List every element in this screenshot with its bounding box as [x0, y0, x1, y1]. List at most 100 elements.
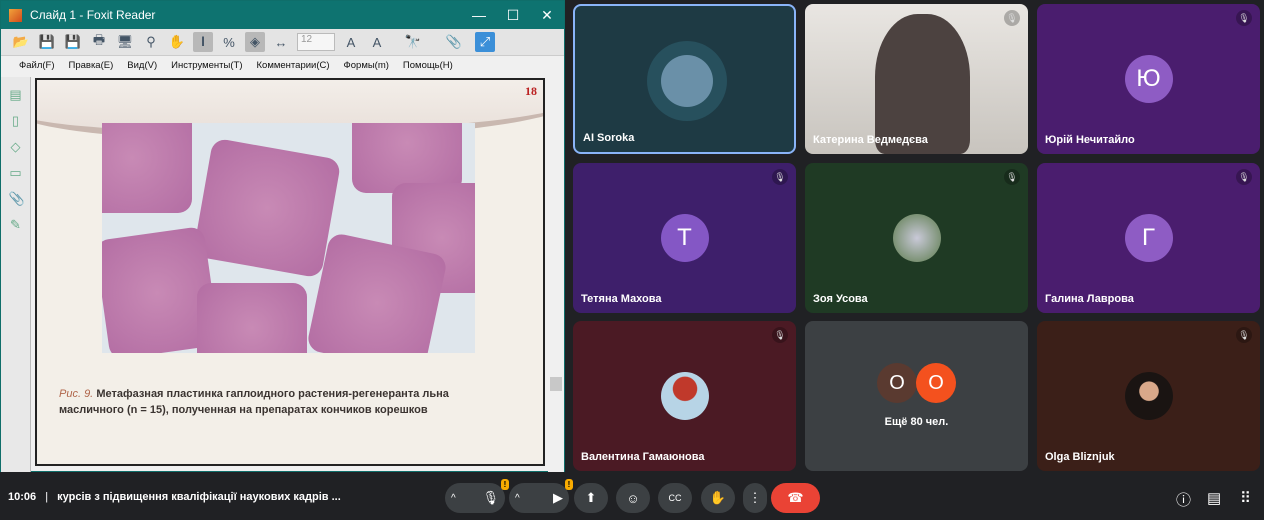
mic-off-icon: 🎙 [1004, 169, 1020, 185]
participant-tile[interactable]: Г 🎙 Галина Лаврова [1037, 163, 1260, 313]
participant-name: Зоя Усова [813, 293, 868, 305]
figure-caption: Рис. 9. Метафазная пластинка гаплоидного… [59, 386, 499, 418]
actual-size-icon[interactable]: % [219, 32, 239, 52]
participant-name: Юрій Нечитайло [1045, 134, 1135, 146]
hang-up-icon: ☎ [787, 490, 804, 505]
presentation-icon[interactable]: 🖥 [115, 32, 135, 52]
mic-off-icon: 🎙 [772, 327, 788, 343]
meeting-title: курсів з підвищення кваліфікації наукови… [57, 491, 341, 503]
menu-comments[interactable]: Комментарии(C) [257, 60, 330, 71]
mic-off-icon: 🎙 [1236, 169, 1252, 185]
hand-tool-icon[interactable]: ✋ [167, 32, 187, 52]
present-screen-button[interactable]: ⬆ [574, 483, 608, 513]
meeting-time: 10:06 [8, 491, 37, 503]
select-text-icon[interactable]: 𝐈 [193, 32, 213, 52]
minimize-button[interactable]: — [462, 7, 496, 23]
text-color-icon[interactable]: A [341, 32, 361, 52]
attachments-icon[interactable]: 📎 [9, 191, 25, 207]
window-title: Слайд 1 - Foxit Reader [30, 8, 156, 22]
mic-off-icon: 🎙 [772, 169, 788, 185]
microphone-icon[interactable]: 🎙 [482, 490, 499, 506]
signature-icon[interactable]: ✎ [9, 217, 23, 233]
participant-tile[interactable]: 🎙 Olga Bliznjuk [1037, 321, 1260, 471]
open-icon[interactable]: 📂 [11, 32, 31, 52]
avatar: О [916, 363, 956, 403]
meeting-controls-bar: 10:06 | курсів з підвищення кваліфікації… [0, 475, 1264, 520]
more-participants-label: Ещё 80 чел. [884, 416, 949, 428]
avatar [660, 372, 709, 420]
print-icon[interactable]: 🖶 [89, 32, 109, 52]
avatar [892, 214, 941, 262]
activities-icon[interactable]: ⠿ [1240, 489, 1251, 507]
participant-tile[interactable]: Т 🎙 Тетяна Махова [573, 163, 796, 313]
avatar: Г [1124, 214, 1173, 262]
caption-label: Рис. 9. [59, 388, 94, 400]
caption-text: Метафазная пластинка гаплоидного растени… [59, 388, 449, 416]
present-icon: ⬆ [585, 490, 597, 505]
maximize-button[interactable]: ☐ [496, 7, 530, 24]
menu-tools[interactable]: Инструменты(T) [171, 60, 242, 71]
mic-off-icon: 🎙 [1236, 10, 1252, 26]
chevron-up-icon[interactable]: ^ [451, 493, 456, 504]
save-icon[interactable]: 💾 [37, 32, 57, 52]
camera-control[interactable]: ^ ▶ ! [509, 479, 573, 513]
pages-icon[interactable]: ▤ [9, 87, 23, 103]
properties-icon[interactable]: ⚲ [141, 32, 161, 52]
leave-call-button[interactable]: ☎ [771, 483, 820, 513]
micrograph-image [102, 123, 475, 353]
menu-forms[interactable]: Формы(m) [344, 60, 389, 71]
captions-button[interactable]: CC [658, 483, 692, 513]
menu-edit[interactable]: Правка(E) [69, 60, 114, 71]
fit-width-icon[interactable]: ↔ [271, 32, 291, 52]
text-box-icon[interactable]: A [367, 32, 387, 52]
participant-tile[interactable]: AI Soroka [573, 4, 796, 154]
more-vert-icon: ⋮ [748, 490, 762, 505]
bookmarks-icon[interactable]: ▯ [9, 113, 23, 129]
menu-file[interactable]: Файл(F) [19, 60, 55, 71]
close-button[interactable]: ✕ [530, 7, 564, 24]
fit-page-icon[interactable]: ◈ [245, 32, 265, 52]
mic-control[interactable]: ^ 🎙 ! [445, 479, 509, 513]
menu-view[interactable]: Вид(V) [127, 60, 157, 71]
foxit-reader-window: Слайд 1 - Foxit Reader — ☐ ✕ 📂 💾 💾 🖶 🖥 ⚲… [0, 0, 565, 472]
video-feed [875, 14, 970, 154]
warning-icon: ! [565, 479, 573, 490]
menu-help[interactable]: Помощь(H) [403, 60, 453, 71]
side-panel: ▤ ▯ ◇ ▭ 📎 ✎ [1, 77, 31, 472]
more-participants-tile[interactable]: О О Ещё 80 чел. [805, 321, 1028, 471]
hand-icon: ✋ [709, 490, 727, 505]
vertical-scrollbar[interactable] [548, 77, 564, 472]
comments-icon[interactable]: ▭ [9, 165, 23, 181]
document-page: 18 Рис. 9. Метафазная пластинка гаплоидн… [35, 78, 545, 466]
camera-icon[interactable]: ▶ [553, 490, 563, 506]
reactions-button[interactable]: ☺ [616, 483, 650, 513]
info-icon[interactable]: ⓘ [1176, 489, 1191, 510]
menu-bar: Файл(F) Правка(E) Вид(V) Инструменты(T) … [1, 56, 564, 74]
participant-name: AI Soroka [583, 132, 635, 144]
avatar [1124, 372, 1173, 420]
participant-name: Olga Bliznjuk [1045, 451, 1115, 463]
separator: | [45, 491, 49, 503]
warning-icon: ! [501, 479, 509, 490]
scrollbar-thumb[interactable] [550, 377, 562, 391]
title-bar: Слайд 1 - Foxit Reader — ☐ ✕ [1, 1, 564, 29]
captions-icon: CC [668, 493, 682, 503]
participant-tile[interactable]: 🎙 Катерина Ведмедєва [805, 4, 1028, 154]
chevron-up-icon[interactable]: ^ [515, 493, 520, 504]
participant-tile[interactable]: 🎙 Зоя Усова [805, 163, 1028, 313]
more-options-button[interactable]: ⋮ [743, 483, 767, 513]
fullscreen-icon[interactable]: ⤢ [475, 32, 495, 52]
font-size-select[interactable]: 12 [297, 33, 335, 51]
meeting-info: 10:06 | курсів з підвищення кваліфікації… [8, 491, 341, 503]
avatar: Ю [1124, 55, 1173, 103]
participant-tile[interactable]: Ю 🎙 Юрій Нечитайло [1037, 4, 1260, 154]
avatar: Т [660, 214, 709, 262]
save-as-icon[interactable]: 💾 [63, 32, 83, 52]
layers-icon[interactable]: ◇ [9, 139, 23, 155]
attachment-icon[interactable]: 📎 [439, 32, 469, 52]
find-icon[interactable]: 🔭 [393, 32, 433, 52]
chat-icon[interactable]: ▤ [1207, 489, 1221, 507]
participant-tile[interactable]: 🎙 Валентина Гамаюнова [573, 321, 796, 471]
raise-hand-button[interactable]: ✋ [701, 483, 735, 513]
toolbar: 📂 💾 💾 🖶 🖥 ⚲ ✋ 𝐈 % ◈ ↔ 12 A A 🔭 📎 ⤢ [1, 29, 564, 56]
